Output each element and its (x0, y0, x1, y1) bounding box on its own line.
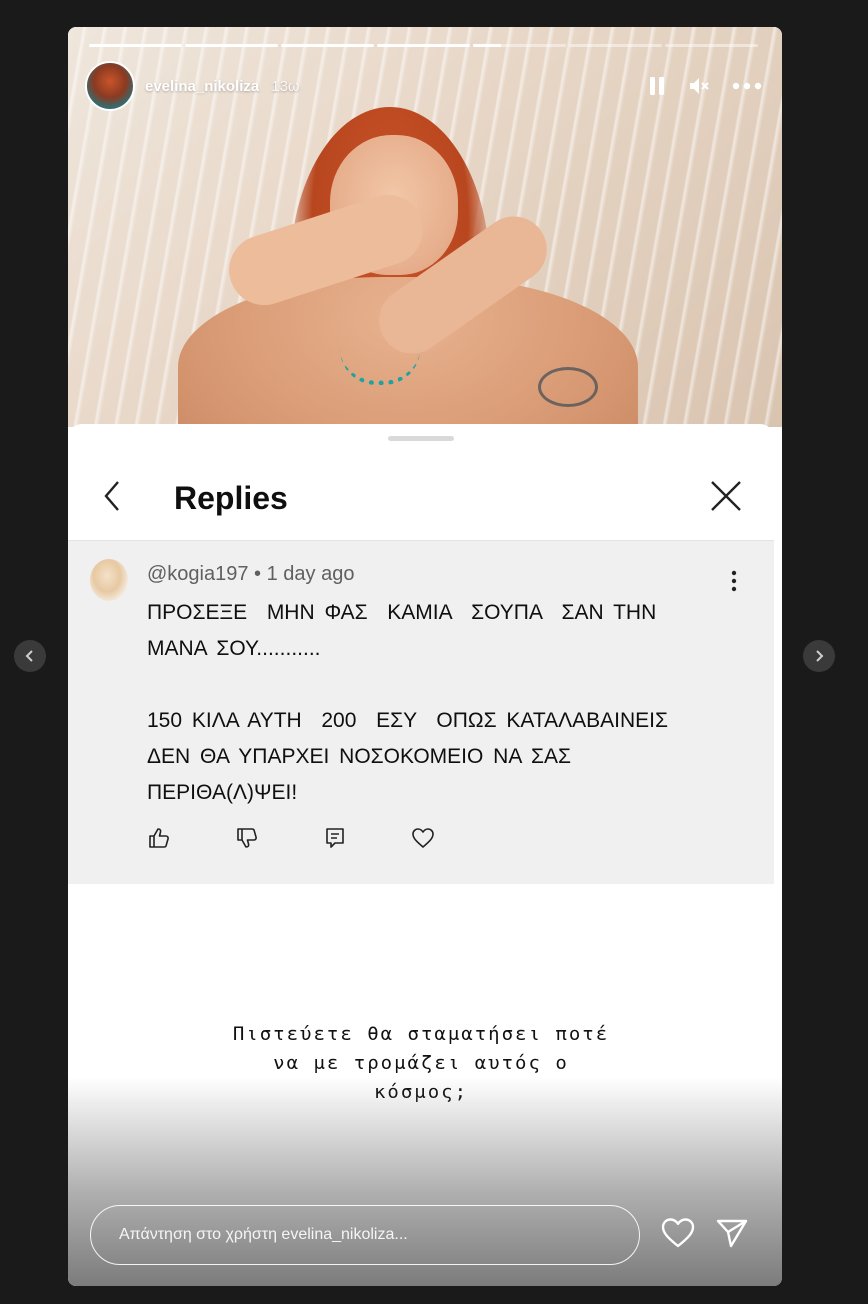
more-vertical-icon[interactable] (724, 569, 744, 593)
chevron-left-icon (25, 650, 33, 662)
comment-meta: @kogia197 • 1 day ago (147, 563, 354, 586)
progress-segment (185, 44, 278, 47)
replies-header: Replies (68, 460, 774, 540)
replies-title: Replies (174, 480, 288, 516)
progress-segment (377, 44, 470, 47)
comment-text: ΠΡΟΣΕΞΕ ΜΗΝ ΦΑΣ ΚΑΜΙΑ ΣΟΥΠΑ ΣΑΝ ΤΗΝ ΜΑΝΑ… (147, 601, 668, 804)
like-story-icon[interactable] (660, 1215, 696, 1251)
mute-icon[interactable] (688, 75, 710, 97)
comment-card: @kogia197 • 1 day ago ΠΡΟΣΕΞΕ ΜΗΝ ΦΑΣ ΚΑ… (68, 540, 774, 884)
reply-input-container[interactable] (90, 1205, 640, 1265)
avatar[interactable] (85, 61, 135, 111)
photo-tattoo (538, 367, 598, 407)
progress-fill (473, 44, 501, 47)
pause-icon[interactable] (648, 75, 666, 97)
thumbs-down-icon[interactable] (234, 825, 260, 851)
back-icon[interactable] (98, 476, 128, 516)
progress-segment (665, 44, 758, 47)
close-icon[interactable] (708, 478, 744, 514)
reply-comment-icon[interactable] (322, 825, 348, 851)
story-header: evelina_nikoliza 13ω (85, 60, 762, 112)
progress-fill (281, 44, 374, 47)
progress-fill (185, 44, 278, 47)
drag-handle[interactable] (388, 436, 454, 441)
comment-actions (146, 823, 498, 853)
commenter-avatar[interactable] (90, 559, 128, 601)
progress-fill (89, 44, 182, 47)
reply-input[interactable] (91, 1206, 639, 1264)
story-viewer: evelina_nikoliza 13ω Replies @kogia197 •… (68, 27, 782, 1286)
chevron-right-icon (816, 650, 824, 662)
comment-handle[interactable]: @kogia197 (147, 563, 248, 585)
next-story-button[interactable] (803, 640, 835, 672)
thumbs-up-icon[interactable] (146, 825, 172, 851)
more-icon[interactable] (732, 82, 762, 90)
story-progress-bar (89, 44, 758, 47)
send-icon[interactable] (714, 1215, 750, 1251)
story-time: 13ω (271, 77, 300, 95)
progress-fill (377, 44, 470, 47)
comment-separator: • (254, 563, 262, 585)
progress-segment (473, 44, 566, 47)
comment-time: 1 day ago (266, 563, 355, 585)
progress-segment (569, 44, 662, 47)
progress-segment (281, 44, 374, 47)
progress-segment (89, 44, 182, 47)
story-username[interactable]: evelina_nikoliza (145, 78, 259, 95)
previous-story-button[interactable] (14, 640, 46, 672)
heart-icon[interactable] (410, 825, 436, 851)
